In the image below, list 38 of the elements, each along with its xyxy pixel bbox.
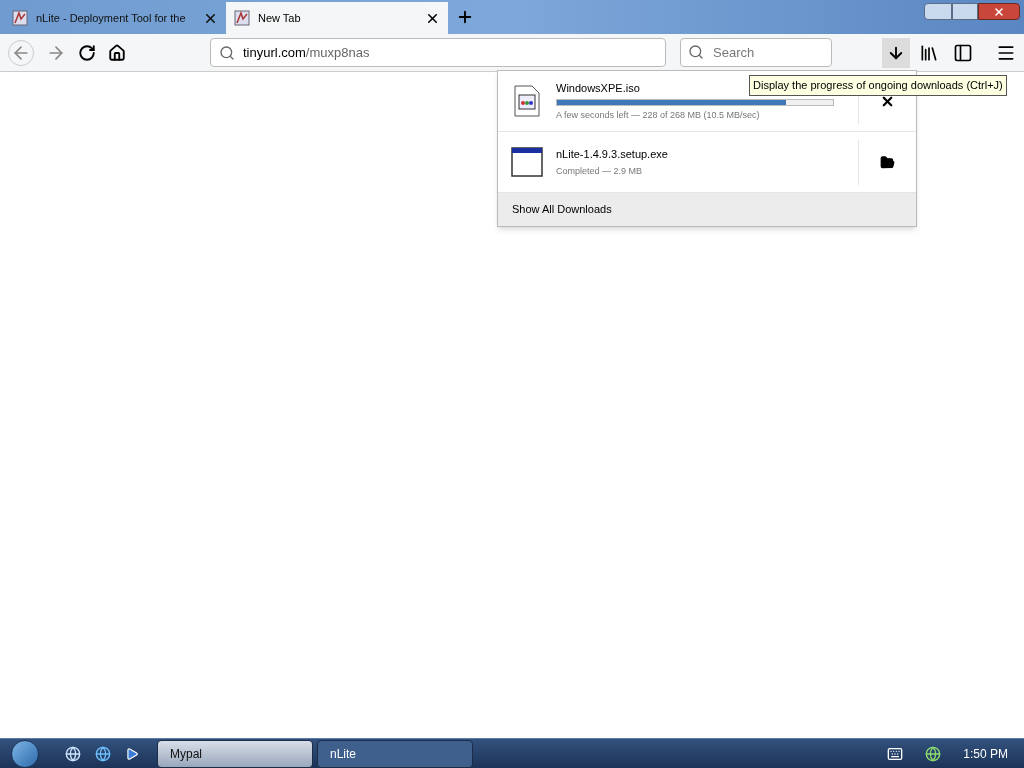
sidebar-icon[interactable] [953,42,973,63]
folder-icon[interactable] [880,154,895,170]
show-all-downloads-button[interactable]: Show All Downloads [498,193,916,226]
document-file-icon [514,85,540,117]
tab-title: nLite - Deployment Tool for the [36,10,187,26]
search-icon [688,44,704,60]
globe-icon[interactable] [65,745,81,762]
browser-tab[interactable]: nLite - Deployment Tool for the [4,2,226,34]
download-status: Completed — 2.9 MB [556,165,644,178]
close-button[interactable] [978,3,1020,20]
browser-icon[interactable] [95,745,111,762]
reload-icon[interactable] [78,43,96,62]
new-tab-icon[interactable] [456,8,474,26]
file-name: nLite-1.4.9.3.setup.exe [556,146,668,162]
tab-title: New Tab [258,10,302,26]
file-name: WindowsXPE.iso [556,80,640,96]
page-icon [12,10,28,26]
media-player-icon[interactable] [125,746,139,761]
search-field[interactable]: Search [680,38,832,67]
home-icon[interactable] [108,43,126,62]
start-button[interactable] [11,739,39,768]
taskbar-button[interactable]: Mypal [157,739,313,768]
page-icon [234,10,250,26]
close-icon [993,5,1005,18]
address-field[interactable]: tinyurl.com/muxp8nas [210,38,666,67]
search-icon [219,44,235,61]
maximize-button[interactable] [952,3,978,20]
url-text: tinyurl.com/muxp8nas [243,43,370,62]
downloads-button[interactable] [882,37,910,68]
keyboard-icon[interactable] [887,745,904,762]
clock[interactable]: 1:50 PM [963,744,1008,763]
taskbar-button[interactable]: nLite [317,739,473,768]
minimize-button[interactable] [924,3,952,20]
network-icon[interactable] [925,745,942,762]
tooltip: Display the progress of ongoing downloads (Ctrl+J) [749,75,1007,96]
window-file-icon [511,147,543,177]
download-status: A few seconds left — 228 of 268 MB (10.5 MB/sec) [556,109,761,122]
browser-tab[interactable]: New Tab [226,2,448,34]
